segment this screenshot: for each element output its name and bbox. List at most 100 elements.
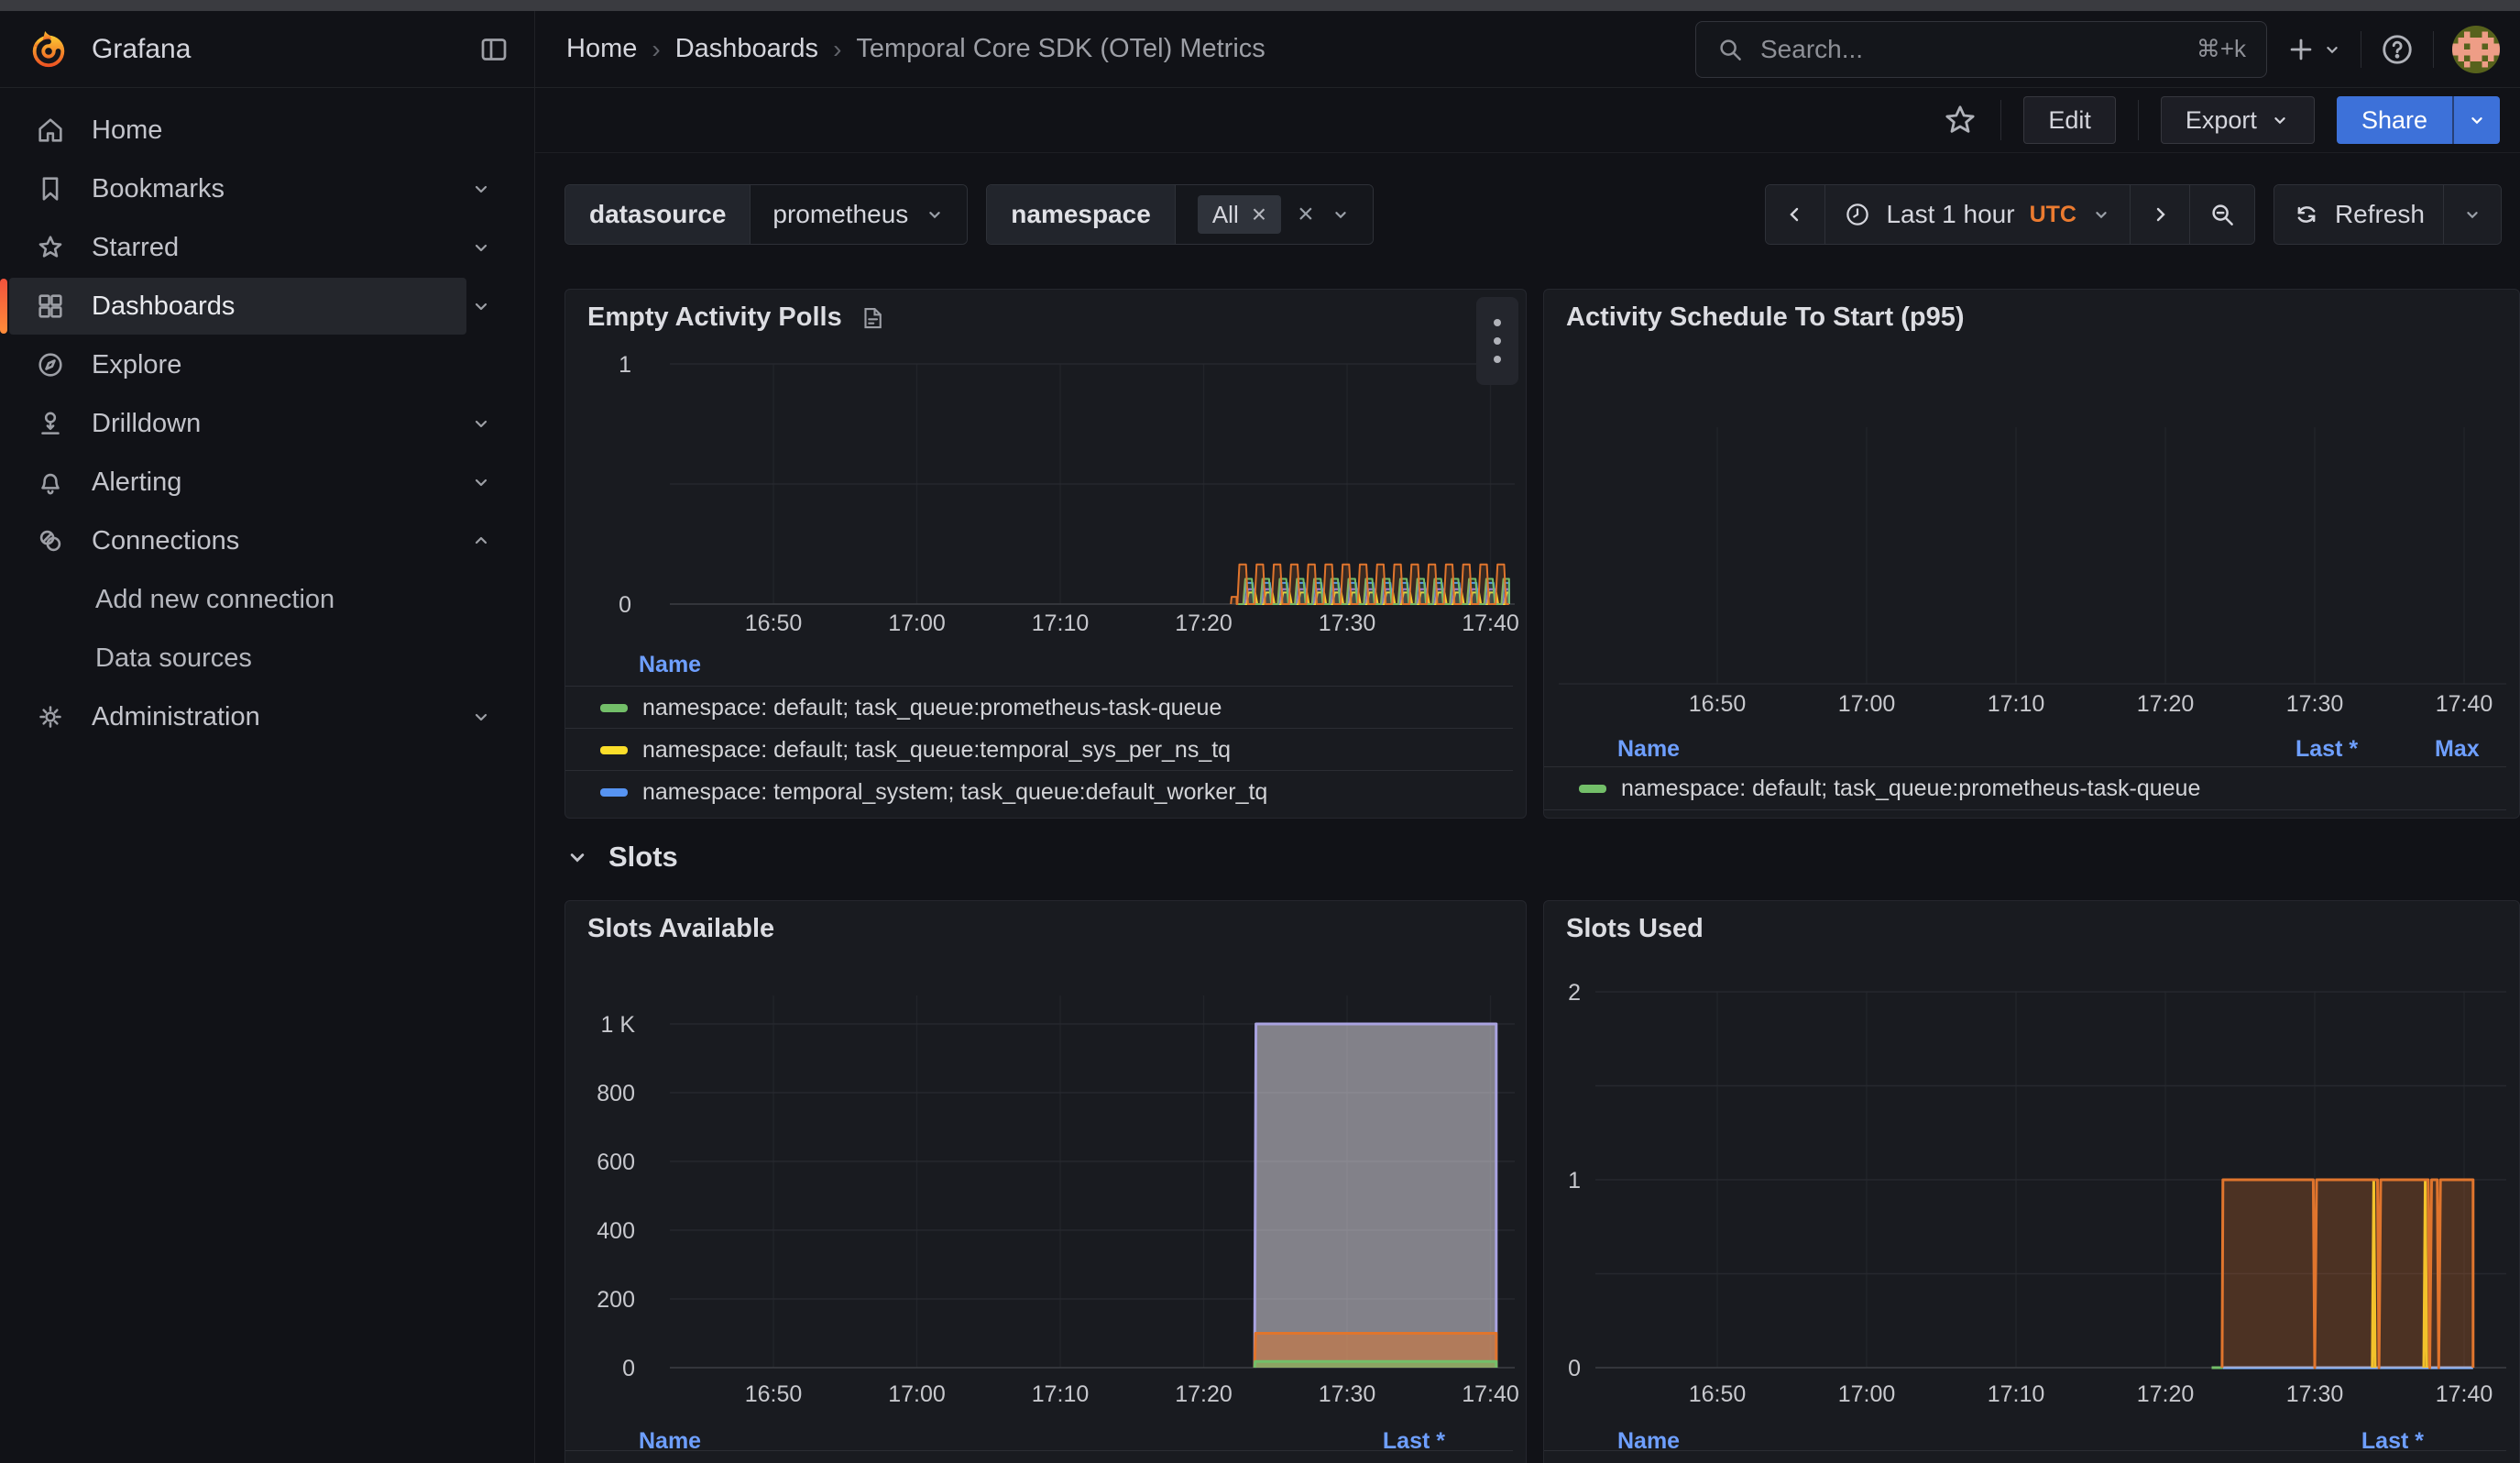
sidebar-item-dashboards[interactable]: Dashboards (0, 277, 534, 336)
sidebar-item-starred[interactable]: Starred (0, 218, 534, 277)
legend-series-name: namespace: default; task_queue:prometheu… (642, 1459, 1222, 1463)
chevron-down-icon (2322, 39, 2342, 60)
drilldown-icon (35, 408, 66, 439)
chevron-right-icon (2149, 204, 2171, 226)
x-tick-label: 17:20 (1175, 610, 1233, 636)
breadcrumb-home[interactable]: Home (566, 34, 637, 64)
sidebar-item-bookmarks[interactable]: Bookmarks (0, 160, 534, 218)
x-tick-label: 17:20 (2137, 691, 2195, 717)
filters-row: datasource prometheus namespace All× × (564, 183, 2502, 246)
x-tick-label: 16:50 (1689, 1381, 1747, 1407)
legend-row-0[interactable]: namespace: default; task_queue:prometheu… (1544, 766, 2506, 810)
chevron-left-icon (1784, 204, 1806, 226)
zoom-out-button[interactable] (2190, 185, 2254, 244)
chevron-down-icon (2467, 110, 2487, 130)
section-slots[interactable]: Slots (564, 835, 678, 879)
refresh-button[interactable]: Refresh (2274, 185, 2444, 244)
time-shift-forward-button[interactable] (2131, 185, 2190, 244)
legend-header: Name (565, 647, 1513, 682)
refresh-interval-button[interactable] (2444, 185, 2501, 244)
legend-column-name[interactable]: Name (639, 647, 701, 682)
edit-button[interactable]: Edit (2023, 96, 2116, 144)
x-tick-label: 17:30 (1319, 610, 1376, 636)
chevron-down-icon (1331, 204, 1351, 225)
series-color-pill (600, 704, 628, 712)
legend-row-0[interactable]: namespace: default; task_queue:prometheu… (565, 686, 1513, 729)
chevron-down-icon (470, 178, 492, 200)
chevron-down-icon (925, 204, 945, 225)
chevron-down-icon (470, 706, 492, 728)
x-tick-label: 17:20 (2137, 1381, 2195, 1407)
add-button[interactable] (2285, 34, 2342, 65)
legend-series-name: namespace: default; task_queue:temporal_… (642, 737, 1231, 764)
main-content: Edit Export Share datasource prometheus (535, 88, 2520, 1463)
x-tick-label: 17:30 (1319, 1381, 1376, 1407)
search-box[interactable]: ⌘+k (1695, 21, 2267, 78)
x-tick-label: 17:30 (2286, 1381, 2344, 1407)
slots-used-chart[interactable]: 16:5017:0017:1017:2017:3017:40210 (1544, 901, 2519, 1463)
time-range-picker[interactable]: Last 1 hour UTC (1825, 185, 2131, 244)
toolbar-divider (2000, 100, 2001, 140)
namespace-label: namespace (987, 185, 1176, 244)
x-tick-label: 17:40 (1462, 1381, 1519, 1407)
export-button[interactable]: Export (2161, 96, 2315, 144)
sidebar-item-label: Home (92, 116, 162, 146)
help-button[interactable] (2380, 32, 2415, 67)
sidebar-toggle-button[interactable] (477, 33, 510, 66)
legend-row-0[interactable]: namespace: default; task_queue:prometheu… (1544, 1450, 2506, 1463)
x-tick-label: 17:10 (1032, 1381, 1090, 1407)
avatar[interactable] (2452, 26, 2500, 73)
panel-title: Activity Schedule To Start (p95) (1566, 302, 1965, 333)
share-button[interactable]: Share (2337, 96, 2452, 144)
search-input[interactable] (1759, 34, 2182, 65)
time-shift-back-button[interactable] (1766, 185, 1825, 244)
share-split-button: Share (2337, 96, 2500, 144)
breadcrumb-separator: › (833, 35, 841, 64)
panel-description-icon[interactable] (859, 304, 886, 332)
remove-chip-icon[interactable]: × (1252, 200, 1266, 229)
sidebar-item-connections[interactable]: Connections (0, 512, 534, 570)
variable-filters: datasource prometheus namespace All× × (564, 184, 1374, 245)
datasource-select[interactable]: prometheus (751, 185, 967, 244)
x-tick-label: 17:00 (888, 610, 946, 636)
section-collapse-icon[interactable] (564, 844, 590, 870)
link-icon (35, 525, 66, 556)
panel-menu-button[interactable] (1476, 297, 1518, 385)
y-tick-label: 2 (1568, 980, 1581, 1006)
sidebar-item-data-sources[interactable]: Data sources (0, 629, 534, 688)
share-caret-button[interactable] (2452, 96, 2500, 144)
x-tick-label: 17:10 (1032, 610, 1090, 636)
namespace-select[interactable]: All× × (1176, 185, 1373, 244)
star-dashboard-button[interactable] (1942, 102, 1978, 138)
x-tick-label: 17:40 (1462, 610, 1519, 636)
sidebar-item-home[interactable]: Home (0, 101, 534, 160)
bookmark-icon (35, 173, 66, 204)
sidebar-item-add-new-connection[interactable]: Add new connection (0, 570, 534, 629)
clear-all-icon[interactable]: × (1298, 199, 1314, 230)
header-divider (2433, 31, 2434, 68)
sidebar-item-administration[interactable]: Administration (0, 688, 534, 746)
panel-slots-used: Slots Used 16:5017:0017:1017:2017:3017:4… (1543, 900, 2520, 1463)
legend-row-0[interactable]: namespace: default; task_queue:prometheu… (565, 1450, 1513, 1463)
legend-row-1[interactable]: namespace: default; task_queue:temporal_… (565, 728, 1513, 771)
namespace-chip-all[interactable]: All× (1198, 195, 1281, 234)
sidebar-item-drilldown[interactable]: Drilldown (0, 394, 534, 453)
sidebar-item-alerting[interactable]: Alerting (0, 453, 534, 512)
x-tick-label: 16:50 (745, 610, 803, 636)
y-tick-label: 0 (622, 1356, 635, 1381)
legend-column-max[interactable]: Max (2435, 732, 2480, 766)
search-icon (1716, 36, 1744, 63)
x-tick-label: 17:20 (1175, 1381, 1233, 1407)
breadcrumb-dashboards[interactable]: Dashboards (675, 34, 818, 64)
legend-column-name[interactable]: Name (1617, 732, 1680, 766)
clock-icon (1844, 201, 1871, 228)
time-range-group: Last 1 hour UTC (1765, 184, 2255, 245)
slots-available-chart[interactable]: 16:5017:0017:1017:2017:3017:401 K8006004… (565, 901, 1526, 1463)
legend-row-2[interactable]: namespace: temporal_system; task_queue:d… (565, 770, 1513, 813)
x-tick-label: 16:50 (1689, 691, 1747, 717)
panel-title: Slots Available (587, 914, 774, 944)
time-controls: Last 1 hour UTC (1765, 184, 2502, 245)
sidebar-item-explore[interactable]: Explore (0, 336, 534, 394)
panel-activity-schedule-to-start: Activity Schedule To Start (p95) 16:50 17… (1543, 289, 2520, 819)
legend-column-last[interactable]: Last * (2295, 732, 2358, 766)
